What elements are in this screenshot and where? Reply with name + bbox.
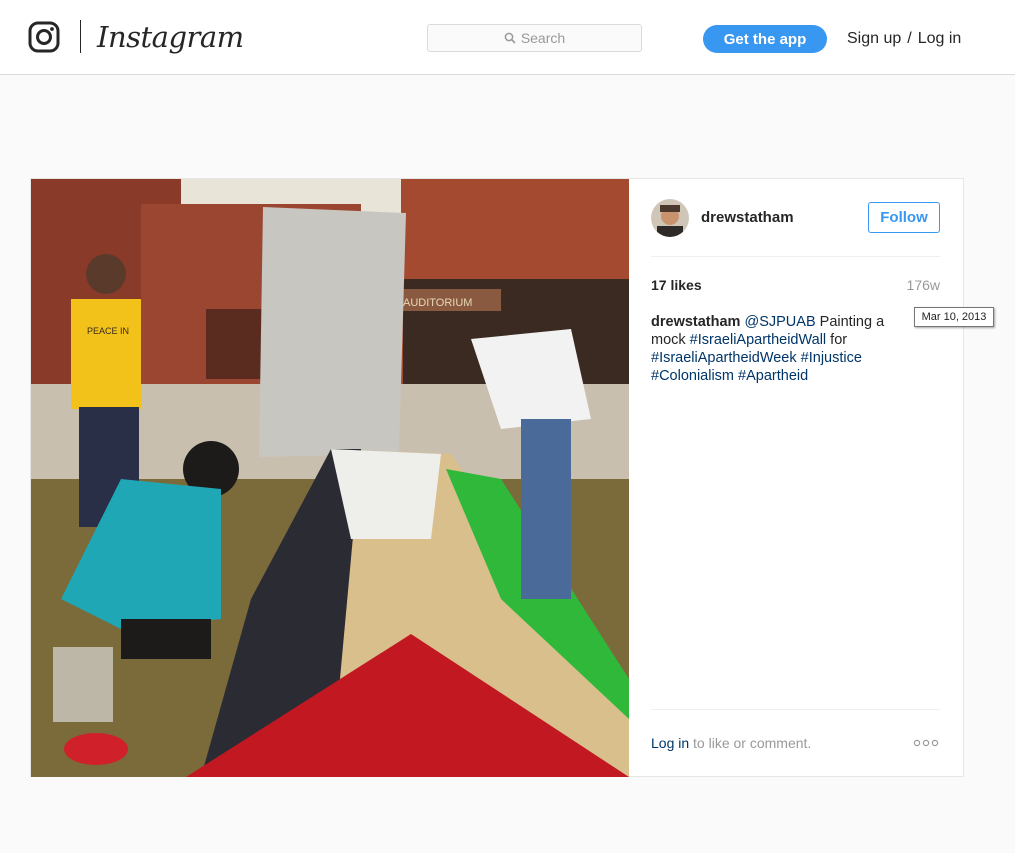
sign-up-link[interactable]: Sign up [847, 30, 901, 47]
log-in-link[interactable]: Log in [918, 30, 962, 47]
post-card: AUDITORIUM PEACE IN drewstatham Follow 1… [30, 178, 964, 777]
post-caption: drewstatham @SJPUAB Painting a mock #Isr… [651, 313, 921, 385]
more-options-icon[interactable] [913, 737, 939, 749]
photo-shirt-text: PEACE IN [87, 326, 129, 336]
caption-text-2: for [826, 332, 848, 348]
avatar[interactable] [651, 199, 689, 237]
post-photo[interactable]: AUDITORIUM PEACE IN [31, 179, 629, 777]
caption-username[interactable]: drewstatham [651, 314, 740, 330]
post-sidebar: drewstatham Follow 17 likes 176w drewsta… [629, 179, 964, 777]
hashtag-link[interactable]: #Apartheid [738, 368, 808, 384]
login-prompt: Log in to like or comment. [651, 735, 811, 751]
follow-button[interactable]: Follow [868, 202, 940, 233]
login-link[interactable]: Log in [651, 735, 689, 751]
likes-count[interactable]: 17 likes [651, 277, 702, 293]
top-navigation-bar: Instagram Search Get the app Sign up / Log… [0, 0, 1015, 75]
search-placeholder: Search [520, 30, 566, 46]
search-icon [504, 32, 516, 44]
post-age[interactable]: 176w [907, 277, 940, 293]
login-prompt-text: to like or comment. [689, 735, 812, 751]
auth-links: Sign up / Log in [847, 28, 961, 50]
instagram-glyph-icon[interactable] [28, 21, 60, 53]
search-input[interactable]: Search [427, 24, 642, 52]
likes-row: 17 likes 176w [651, 275, 940, 295]
hashtag-link[interactable]: #Colonialism [651, 368, 734, 384]
post-owner-header: drewstatham Follow [651, 199, 940, 257]
hashtag-link[interactable]: #Injustice [801, 350, 862, 366]
get-the-app-button[interactable]: Get the app [703, 25, 827, 53]
date-tooltip: Mar 10, 2013 [914, 307, 994, 327]
post-photo-image: AUDITORIUM PEACE IN [31, 179, 629, 777]
post-username[interactable]: drewstatham [701, 209, 794, 226]
avatar-image [651, 199, 689, 237]
caption-mention[interactable]: @SJPUAB [744, 314, 815, 330]
auth-separator: / [907, 30, 912, 47]
instagram-wordmark[interactable]: Instagram [97, 18, 244, 56]
divider [651, 709, 940, 710]
logo-divider [80, 20, 81, 53]
photo-sign-text: AUDITORIUM [403, 297, 472, 309]
hashtag-link[interactable]: #IsraeliApartheidWeek [651, 350, 797, 366]
hashtag-link[interactable]: #IsraeliApartheidWall [690, 332, 826, 348]
